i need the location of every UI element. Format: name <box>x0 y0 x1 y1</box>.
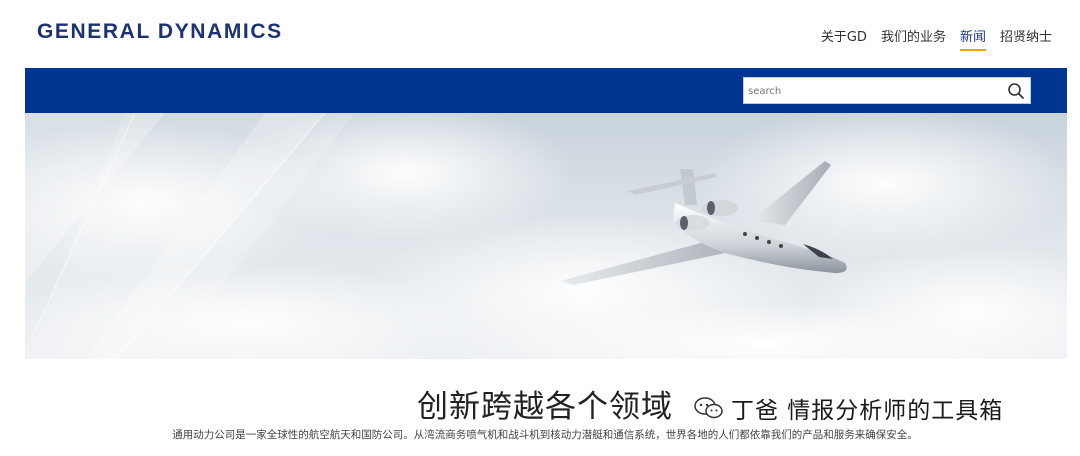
search-box <box>743 77 1031 104</box>
search-bar-strip <box>25 68 1067 113</box>
main-nav: 关于GD 我们的业务 新闻 招贤纳士 <box>821 26 1052 51</box>
watermark: 丁爸 情报分析师的工具箱 <box>693 391 1003 425</box>
search-icon[interactable] <box>1005 81 1027 101</box>
nav-careers[interactable]: 招贤纳士 <box>1000 26 1052 51</box>
general-dynamics-logo[interactable]: GENERAL DYNAMICS <box>37 20 283 44</box>
search-input[interactable] <box>748 82 998 100</box>
wechat-icon <box>693 396 725 420</box>
site-header: GENERAL DYNAMICS 关于GD 我们的业务 新闻 招贤纳士 <box>0 0 1080 68</box>
nav-about-gd[interactable]: 关于GD <box>821 26 867 51</box>
nav-news[interactable]: 新闻 <box>959 26 986 51</box>
nav-our-business[interactable]: 我们的业务 <box>881 26 946 51</box>
watermark-text: 丁爸 情报分析师的工具箱 <box>731 398 1004 424</box>
business-jet-image <box>25 113 1067 359</box>
hero-banner <box>25 113 1067 359</box>
intro-paragraph: 通用动力公司是一家全球性的航空航天和国防公司。从湾流商务喷气机和战斗机到核动力潜… <box>172 429 918 441</box>
